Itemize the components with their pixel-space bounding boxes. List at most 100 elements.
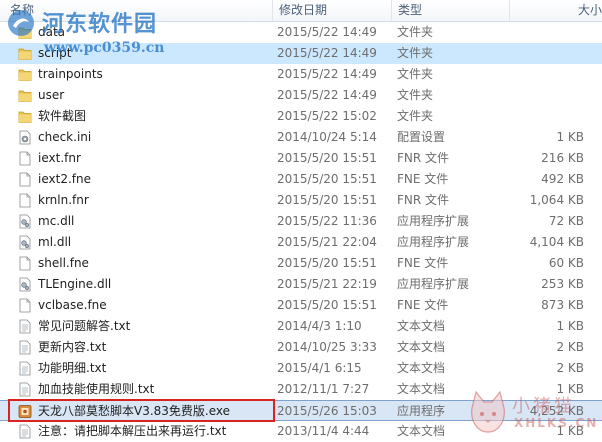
file-row[interactable]: iext.fnr 2015/5/20 15:51 FNR 文件 216 KB (0, 148, 602, 169)
file-name: TLEngine.dll (38, 277, 112, 291)
column-header-size[interactable]: 大小 (509, 0, 602, 22)
dll-icon (18, 235, 32, 250)
file-size: 1 KB (556, 130, 584, 144)
file-row[interactable]: TLEngine.dll 2015/5/21 22:19 应用程序扩展 253 … (0, 274, 602, 295)
file-type: FNR 文件 (397, 151, 450, 165)
file-row[interactable]: iext2.fne 2015/5/20 15:51 FNE 文件 492 KB (0, 169, 602, 190)
file-date: 2015/5/22 15:02 (277, 109, 377, 123)
file-type: FNE 文件 (397, 256, 449, 270)
text-file-icon (18, 424, 32, 439)
file-type: 应用程序扩展 (397, 214, 470, 228)
folder-icon (18, 67, 32, 82)
file-type: 文件夹 (397, 46, 434, 60)
file-type: 文本文档 (397, 340, 446, 354)
watermark-title: 河东软件园 (42, 12, 158, 37)
file-row[interactable]: user 2015/5/22 14:49 文件夹 (0, 85, 602, 106)
text-file-icon (18, 382, 32, 397)
file-row[interactable]: vclbase.fne 2015/5/20 15:51 FNE 文件 873 K… (0, 295, 602, 316)
file-date: 2015/5/20 15:51 (277, 151, 377, 165)
file-icon (18, 193, 32, 208)
file-date: 2015/5/20 15:51 (277, 256, 377, 270)
file-type: 文件夹 (397, 67, 434, 81)
folder-icon (18, 88, 32, 103)
file-row[interactable]: ml.dll 2015/5/21 22:04 应用程序扩展 4,104 KB (0, 232, 602, 253)
file-name: check.ini (38, 130, 92, 144)
file-name: vclbase.fne (38, 298, 107, 312)
file-date: 2015/5/26 15:03 (277, 404, 377, 418)
file-name: 常见问题解答.txt (38, 319, 131, 333)
file-icon (18, 256, 32, 271)
file-date: 2015/5/20 15:51 (277, 172, 377, 186)
file-row[interactable]: 软件截图 2015/5/22 15:02 文件夹 (0, 106, 602, 127)
file-size: 60 KB (548, 256, 584, 270)
text-file-icon (18, 361, 32, 376)
file-type: 应用程序 (397, 404, 446, 418)
file-size: 72 KB (548, 214, 584, 228)
file-row[interactable]: shell.fne 2015/5/20 15:51 FNE 文件 60 KB (0, 253, 602, 274)
watermark-top: 河东软件园 www.pc0359.cn (4, 6, 234, 62)
file-size: 1,064 KB (529, 193, 584, 207)
file-date: 2014/4/3 1:10 (277, 319, 362, 333)
file-date: 2012/11/1 7:27 (277, 382, 370, 396)
file-type: FNE 文件 (397, 298, 449, 312)
file-date: 2015/5/20 15:51 (277, 298, 377, 312)
file-row[interactable]: 功能明细.txt 2015/4/1 6:15 文本文档 2 KB (0, 358, 602, 379)
file-type: 配置设置 (397, 130, 446, 144)
file-type: 应用程序扩展 (397, 277, 470, 291)
file-name: 更新内容.txt (38, 340, 107, 354)
exe-icon (18, 404, 32, 419)
file-type: 文本文档 (397, 361, 446, 375)
file-name: mc.dll (38, 214, 75, 228)
file-size: 873 KB (541, 298, 584, 312)
file-name: user (38, 88, 65, 102)
file-name: 加血技能使用规则.txt (38, 382, 155, 396)
text-file-icon (18, 340, 32, 355)
file-size: 1 KB (556, 319, 584, 333)
watermark-cat-icon (471, 390, 505, 433)
file-icon (18, 172, 32, 187)
settings-file-icon (18, 130, 32, 145)
file-name: 功能明细.txt (38, 361, 107, 375)
file-name: iext2.fne (38, 172, 91, 186)
file-date: 2015/5/21 22:19 (277, 277, 377, 291)
file-name: trainpoints (38, 67, 103, 81)
file-type: 文本文档 (397, 319, 446, 333)
file-type: 文件夹 (397, 88, 434, 102)
file-row[interactable]: 更新内容.txt 2014/10/25 3:33 文本文档 2 KB (0, 337, 602, 358)
file-size: 253 KB (541, 277, 584, 291)
file-row[interactable]: trainpoints 2015/5/22 14:49 文件夹 (0, 64, 602, 85)
file-row[interactable]: mc.dll 2015/5/22 11:36 应用程序扩展 72 KB (0, 211, 602, 232)
file-date: 2015/5/22 14:49 (277, 67, 377, 81)
file-type: FNE 文件 (397, 172, 449, 186)
file-row[interactable]: check.ini 2014/10/24 5:14 配置设置 1 KB (0, 127, 602, 148)
column-header-type[interactable]: 类型 (391, 0, 509, 22)
file-icon (18, 298, 32, 313)
file-date: 2015/5/22 11:36 (277, 214, 377, 228)
file-date: 2015/5/22 14:49 (277, 25, 377, 39)
file-type: 文件夹 (397, 25, 434, 39)
file-type: 应用程序扩展 (397, 235, 470, 249)
watermark-bottom: 小猪猫 XHLKS.CN (466, 386, 602, 442)
file-type: 文本文档 (397, 382, 446, 396)
file-name: krnln.fnr (38, 193, 89, 207)
file-type: 文本文档 (397, 424, 446, 438)
file-name: iext.fnr (38, 151, 81, 165)
column-header-date[interactable]: 修改日期 (272, 0, 391, 22)
file-row[interactable]: 常见问题解答.txt 2014/4/3 1:10 文本文档 1 KB (0, 316, 602, 337)
file-date: 2014/10/25 3:33 (277, 340, 377, 354)
watermark-bottom-url: XHLKS.CN (514, 416, 599, 430)
file-date: 2013/11/4 4:44 (277, 424, 370, 438)
file-name: ml.dll (38, 235, 72, 249)
file-size: 2 KB (556, 340, 584, 354)
file-type: FNR 文件 (397, 193, 450, 207)
file-date: 2015/5/22 14:49 (277, 46, 377, 60)
file-size: 492 KB (541, 172, 584, 186)
text-file-icon (18, 319, 32, 334)
file-row[interactable]: krnln.fnr 2015/5/20 15:51 FNR 文件 1,064 K… (0, 190, 602, 211)
file-size: 4,104 KB (529, 235, 584, 249)
file-type: 文件夹 (397, 109, 434, 123)
file-size: 216 KB (541, 151, 584, 165)
dll-icon (18, 214, 32, 229)
file-name: 注意：请把脚本解压出来再运行.txt (38, 424, 227, 438)
file-name: 软件截图 (38, 109, 87, 123)
